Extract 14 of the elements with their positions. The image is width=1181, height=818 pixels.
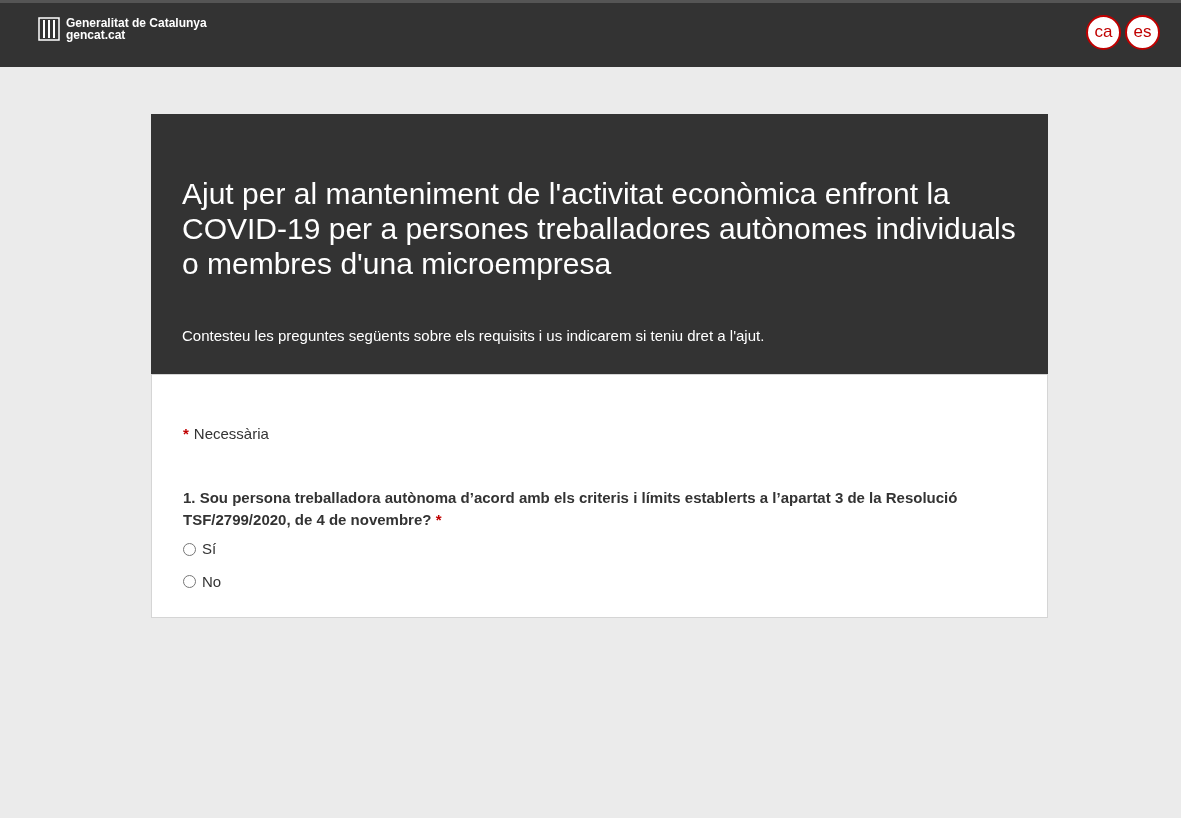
required-note: Necessària	[193, 423, 269, 444]
option-label[interactable]: No	[202, 570, 222, 593]
language-button[interactable]: es	[1125, 14, 1160, 50]
required-mark: *	[183, 423, 189, 444]
form-subtitle: Contesteu les preguntes següents sobre els requisits i us indicarem si teniu dret a l'ajut.	[182, 326, 766, 346]
radio-button[interactable]	[183, 542, 196, 556]
question-text: 1. Sou persona treballadora autònoma d’acord amb els criteris i límits establerts a l’apartat 3 de la Resolució TSF/2799/2020, de 4 de novembre? *	[183, 488, 959, 530]
coat-of-arms-icon	[38, 17, 60, 41]
option-label[interactable]: Sí	[202, 538, 217, 561]
brand-site[interactable]: gencat.cat	[66, 29, 207, 41]
brand-name[interactable]: Generalitat de Catalunya	[66, 17, 207, 29]
radio-button[interactable]	[183, 575, 196, 589]
language-button[interactable]: ca	[1086, 14, 1121, 50]
form-title: Ajut per al manteniment de l'activitat econòmica enfront la COVID-19 per a persones treballadores autònomes individuals o membres d'una microempresa	[182, 176, 1017, 281]
